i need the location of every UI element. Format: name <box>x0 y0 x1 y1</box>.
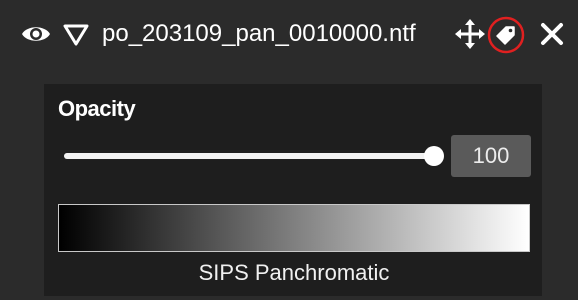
slider-fill <box>64 153 434 159</box>
layer-name: po_203109_pan_0010000.ntf <box>102 20 416 47</box>
opacity-value-input[interactable]: 100 <box>451 135 531 177</box>
slider-thumb[interactable] <box>424 146 444 166</box>
move-arrows-icon[interactable] <box>455 19 485 49</box>
layer-panel: po_203109_pan_0010000.ntf Opacity 100 SI… <box>0 0 578 300</box>
tag-icon[interactable] <box>487 16 525 54</box>
triangle-down-icon[interactable] <box>63 24 89 46</box>
colormap-gradient <box>58 204 530 252</box>
close-icon[interactable] <box>540 22 564 46</box>
eye-icon[interactable] <box>21 22 51 46</box>
opacity-slider[interactable] <box>64 144 444 168</box>
colormap-name: SIPS Panchromatic <box>198 260 390 285</box>
layer-settings: Opacity 100 SIPS Panchromatic <box>44 84 542 296</box>
opacity-label: Opacity <box>58 96 136 121</box>
layer-header: po_203109_pan_0010000.ntf <box>0 0 578 68</box>
